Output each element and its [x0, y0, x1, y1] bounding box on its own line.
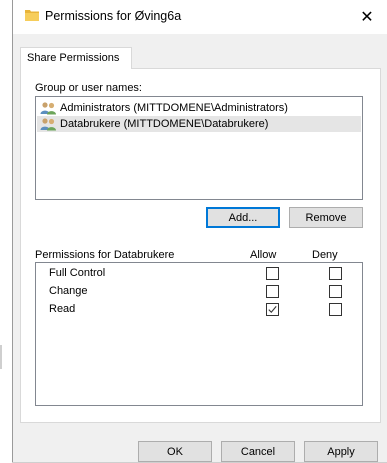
- users-group-icon: [40, 118, 56, 131]
- remove-button[interactable]: Remove: [289, 207, 363, 228]
- add-button[interactable]: Add...: [206, 207, 280, 228]
- tab-share-permissions[interactable]: Share Permissions: [20, 47, 132, 69]
- permissions-list: Full Control Change Read: [35, 262, 363, 406]
- read-deny-checkbox[interactable]: [329, 303, 342, 316]
- ok-button-label: OK: [167, 445, 183, 458]
- checkmark-icon: [268, 306, 277, 314]
- remove-button-label: Remove: [305, 211, 347, 224]
- permissions-dialog: Permissions for Øving6a ✕ Share Permissi…: [12, 0, 387, 463]
- close-icon: ✕: [360, 9, 374, 26]
- resize-grip: [0, 345, 2, 369]
- tab-label: Share Permissions: [27, 52, 120, 64]
- apply-button-label: Apply: [327, 445, 355, 458]
- full-control-allow-checkbox[interactable]: [266, 267, 279, 280]
- users-group-icon: [40, 102, 56, 115]
- ok-button[interactable]: OK: [138, 441, 212, 462]
- list-item-administrators[interactable]: Administrators (MITTDOMENE\Administrator…: [37, 100, 361, 116]
- permissions-for-label: Permissions for Databrukere: [35, 249, 175, 261]
- add-button-label: Add...: [228, 211, 258, 224]
- cancel-button-label: Cancel: [240, 445, 276, 458]
- group-or-user-names-label: Group or user names:: [35, 82, 142, 94]
- permission-label-change: Change: [49, 285, 88, 297]
- apply-button[interactable]: Apply: [304, 441, 378, 462]
- change-deny-checkbox[interactable]: [329, 285, 342, 298]
- allow-column-header: Allow: [250, 249, 277, 261]
- read-allow-checkbox[interactable]: [266, 303, 279, 316]
- deny-column-header: Deny: [312, 249, 338, 261]
- group-user-listbox[interactable]: Administrators (MITTDOMENE\Administrator…: [35, 96, 363, 200]
- full-control-deny-checkbox[interactable]: [329, 267, 342, 280]
- list-item-label: Databrukere (MITTDOMENE\Databrukere): [60, 118, 269, 130]
- permission-label-read: Read: [49, 303, 76, 315]
- list-item-databrukere[interactable]: Databrukere (MITTDOMENE\Databrukere): [37, 116, 361, 132]
- title-bar[interactable]: Permissions for Øving6a ✕: [13, 0, 387, 34]
- list-item-label: Administrators (MITTDOMENE\Administrator…: [60, 102, 288, 114]
- permission-label-full-control: Full Control: [49, 267, 106, 279]
- close-button[interactable]: ✕: [347, 0, 387, 34]
- change-allow-checkbox[interactable]: [266, 285, 279, 298]
- folder-icon: [25, 10, 39, 21]
- cancel-button[interactable]: Cancel: [221, 441, 295, 462]
- window-title: Permissions for Øving6a: [45, 9, 182, 23]
